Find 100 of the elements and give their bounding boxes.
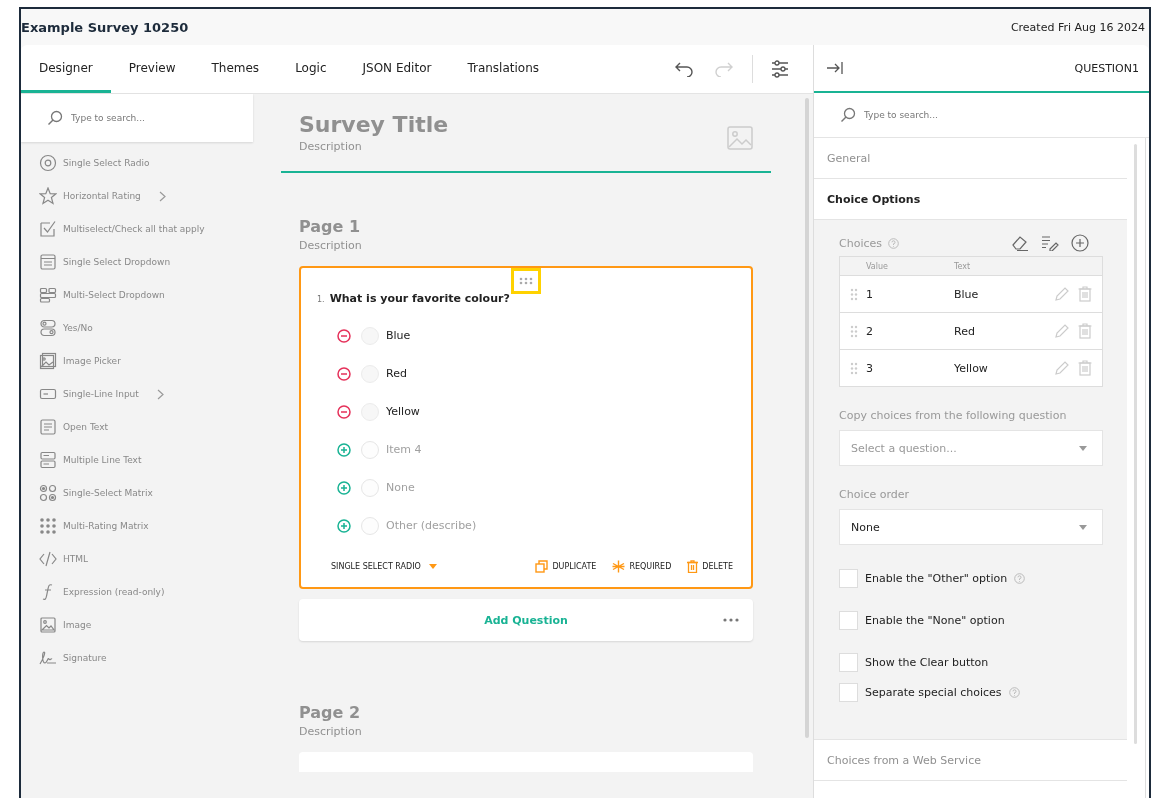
radio-icon [39, 154, 57, 172]
add-icon[interactable] [1071, 234, 1089, 252]
copy-icon [535, 560, 549, 573]
add-icon[interactable] [337, 480, 351, 495]
toolbox-item[interactable]: Multiselect/Check all that apply [63, 224, 205, 234]
toolbox-item[interactable]: Horizontal Rating [63, 191, 141, 201]
toolbox-item[interactable]: Single Select Dropdown [63, 257, 171, 267]
add-question-button[interactable]: Add Question [478, 612, 574, 628]
text-icon [39, 418, 57, 436]
remove-icon[interactable] [337, 366, 351, 381]
help-icon[interactable] [1014, 573, 1026, 584]
choice-label[interactable]: Other (describe) [386, 519, 477, 532]
checkbox-label[interactable]: Separate special choices [865, 686, 1002, 699]
add-icon[interactable] [337, 518, 351, 533]
toolbox-item[interactable]: Single-Select Matrix [63, 488, 153, 498]
table-cell[interactable]: Yellow [954, 361, 1046, 375]
toolbox-item[interactable]: HTML [63, 554, 89, 564]
trash-icon[interactable] [1078, 360, 1092, 376]
help-icon[interactable] [888, 237, 899, 249]
tags-icon [39, 286, 57, 304]
choice-label[interactable]: Yellow [386, 405, 420, 418]
choice-label[interactable]: None [386, 481, 415, 494]
toolbox-item[interactable]: Open Text [63, 422, 109, 432]
toggle-icon [39, 319, 57, 337]
checkbox[interactable] [839, 569, 858, 588]
search-icon [47, 110, 63, 126]
collapse-panel-icon[interactable] [826, 61, 844, 75]
toolbox-item[interactable]: Yes/No [63, 323, 93, 333]
caret-icon [428, 564, 437, 569]
tab[interactable]: JSON Editor [344, 45, 450, 93]
table-cell[interactable]: Red [954, 324, 1046, 338]
toolbox-item[interactable]: Multi-Select Dropdown [63, 290, 165, 300]
eraser-icon[interactable] [1011, 235, 1029, 251]
toolbox-item[interactable]: Multi-Rating Matrix [63, 521, 149, 531]
delete-button[interactable]: DELETE [687, 560, 733, 573]
settings-icon[interactable] [771, 60, 789, 78]
checkbox-label[interactable]: Enable the "None" option [865, 614, 1005, 627]
caret-icon [1079, 445, 1087, 451]
drag-handle-icon[interactable] [850, 324, 858, 338]
search-input[interactable]: Type to search... [69, 112, 213, 124]
tab[interactable]: Preview [110, 45, 194, 93]
toolbox-item[interactable]: Image [63, 620, 92, 630]
table-cell[interactable]: Blue [954, 287, 1046, 301]
pencil-icon[interactable] [1054, 360, 1070, 376]
required-button[interactable]: REQUIRED [612, 560, 672, 573]
choice-label[interactable]: Blue [386, 329, 411, 342]
tab[interactable]: Logic [277, 45, 345, 93]
question-card[interactable]: 1. What is your favorite colour? Blue Red Yellow Item 4 None Other (describe) SINGLE SELECT RADIO DUPLICATE REQUIRED DELETE [299, 266, 753, 589]
survey-title[interactable]: Survey Title [299, 112, 449, 137]
checkbox[interactable] [839, 683, 858, 702]
trash-icon[interactable] [1078, 323, 1092, 339]
toolbox-item[interactable]: Multiple Line Text [63, 455, 142, 465]
toolbox-item[interactable]: Image Picker [63, 356, 121, 366]
duplicate-button[interactable]: DUPLICATE [535, 560, 597, 573]
edit-list-icon[interactable] [1041, 235, 1059, 251]
choice-label[interactable]: Item 4 [386, 443, 422, 456]
question-type-dropdown[interactable]: SINGLE SELECT RADIO [331, 562, 437, 571]
checkbox-label[interactable]: Show the Clear button [865, 656, 989, 669]
table-cell[interactable]: 1 [866, 287, 946, 301]
add-icon[interactable] [337, 442, 351, 457]
chevron-right-icon[interactable] [158, 190, 166, 202]
toolbox-search-field[interactable]: Type to search... [21, 94, 253, 142]
pencil-icon[interactable] [1054, 286, 1070, 302]
help-icon[interactable] [1008, 687, 1020, 698]
toolbox-item[interactable]: Single-Line Input [63, 389, 139, 399]
drag-handle-icon[interactable] [850, 361, 858, 375]
page-description[interactable]: Description [299, 239, 753, 252]
checkbox[interactable] [839, 611, 858, 630]
choice-label[interactable]: Red [386, 367, 407, 380]
chevron-right-icon[interactable] [156, 388, 164, 400]
search-icon [840, 107, 856, 123]
code-icon [39, 550, 57, 568]
checkbox[interactable] [839, 653, 858, 672]
checkbox-label[interactable]: Enable the "Other" option [865, 572, 1008, 585]
remove-icon[interactable] [337, 328, 351, 343]
survey-description[interactable]: Description [299, 140, 449, 153]
trash-icon[interactable] [1078, 286, 1092, 302]
table-cell[interactable]: 2 [866, 324, 946, 338]
tab[interactable]: Themes [193, 45, 278, 93]
search-input[interactable]: Type to search... [862, 109, 1006, 121]
page-title[interactable]: Page 1 [299, 217, 753, 236]
remove-icon[interactable] [337, 404, 351, 419]
page-description[interactable]: Description [299, 725, 753, 738]
undo-icon[interactable] [674, 61, 694, 77]
toolbox-item[interactable]: Single Select Radio [63, 158, 150, 168]
field-label: Choice order [839, 488, 911, 501]
toolbox-item[interactable]: Signature [63, 653, 107, 663]
page-title[interactable]: Page 2 [299, 703, 753, 722]
toolbox-item[interactable]: Expression (read-only) [63, 587, 165, 597]
table-cell[interactable]: 3 [866, 361, 946, 375]
pencil-icon[interactable] [1054, 323, 1070, 339]
scrollbar[interactable] [1134, 144, 1137, 744]
choice-order-dropdown[interactable]: None [839, 509, 1103, 545]
more-icon[interactable] [723, 618, 739, 622]
image-placeholder-icon[interactable] [727, 126, 753, 150]
drag-handle-icon[interactable] [850, 287, 858, 301]
tab[interactable]: Translations [449, 45, 558, 93]
question-select-dropdown[interactable]: Select a question... [839, 430, 1103, 466]
drag-handle[interactable] [511, 268, 541, 294]
question-title[interactable]: What is your favorite colour? [329, 292, 510, 305]
